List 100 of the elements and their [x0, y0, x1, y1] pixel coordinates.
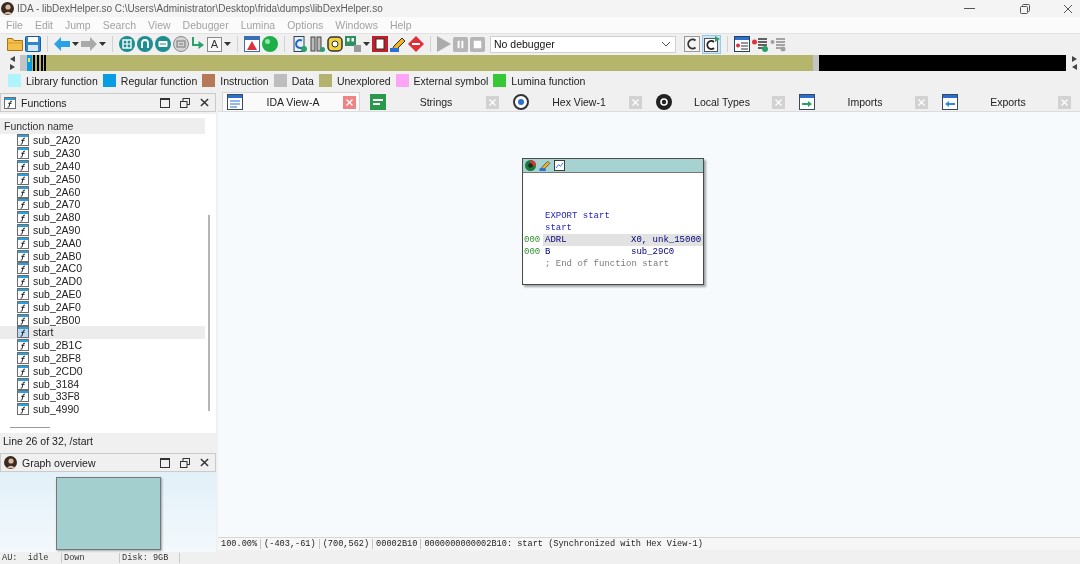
function-list-item[interactable]: sub_2A80 [0, 210, 205, 224]
folder-icon[interactable] [7, 36, 23, 52]
diamond-icon[interactable] [408, 36, 424, 52]
scroll-right-icon[interactable] [1071, 56, 1077, 62]
function-list-item[interactable]: sub_2A30 [0, 146, 205, 160]
function-icon [17, 198, 29, 211]
sphere-icon[interactable] [262, 36, 278, 52]
function-icon [17, 403, 29, 416]
code-label: start [544, 222, 573, 234]
arc-icon[interactable] [684, 36, 700, 52]
page-arc-icon[interactable] [291, 36, 307, 52]
close-icon[interactable] [200, 98, 209, 107]
restore-icon[interactable] [1020, 3, 1030, 14]
scroll-right-icon[interactable] [9, 64, 15, 70]
function-list-item[interactable]: sub_2A60 [0, 185, 205, 198]
debugger-select[interactable]: No debugger [490, 35, 676, 53]
function-list-item[interactable]: sub_2A40 [0, 159, 205, 173]
function-list-item[interactable]: sub_2AF0 [0, 300, 205, 314]
caret-icon[interactable] [99, 42, 106, 46]
function-list-item[interactable]: sub_2B00 [0, 313, 205, 326]
function-icon [17, 172, 29, 185]
function-list-item[interactable]: sub_2A70 [0, 198, 205, 211]
legend-label: Regular function [120, 74, 198, 87]
function-icon [17, 364, 29, 377]
grid-icon[interactable] [119, 36, 135, 52]
function-icon [17, 211, 29, 224]
scrollbar-thumb[interactable] [10, 426, 50, 428]
columns-icon[interactable] [309, 36, 325, 52]
code-comment: ; End of function start [544, 258, 671, 270]
font-button[interactable]: A [207, 36, 222, 52]
mnemonic-text: ADRL [545, 234, 568, 246]
bent-arrow-icon[interactable] [191, 37, 205, 51]
operand-text: sub_29C0 [631, 246, 676, 258]
gear-icon[interactable] [327, 36, 343, 52]
graph-node-thumbnail[interactable] [55, 477, 161, 550]
warning-window-icon[interactable] [244, 36, 260, 52]
quote-box-icon[interactable] [345, 36, 361, 52]
function-list-item[interactable]: sub_2A90 [0, 223, 205, 237]
window-title: IDA - libDexHelper.so C:\Users\Administrator\Desktop\frida\dumps\libDexHelper.so [17, 3, 383, 14]
panel-title: Functions [21, 96, 67, 109]
function-icon [17, 326, 29, 339]
operand-text: X0, unk_15000 [631, 234, 703, 246]
frame-icon[interactable] [372, 36, 388, 52]
caret-icon[interactable] [224, 42, 231, 46]
function-icon [4, 96, 16, 109]
pencil-icon [539, 160, 551, 171]
caret-icon[interactable] [72, 42, 79, 46]
tab[interactable]: IDA View-A [222, 92, 360, 111]
function-list-item[interactable]: sub_4990 [0, 402, 205, 416]
maximize-icon[interactable] [160, 457, 170, 468]
status-text: Down [62, 553, 120, 563]
function-list-item[interactable]: sub_2AD0 [0, 274, 205, 288]
float-icon[interactable] [180, 457, 190, 468]
ball-icon [525, 160, 536, 171]
graph-node[interactable]: EXPORT start start 000 ADRL X0, unk_15000 000 B sub_29C0 ; End of function start [522, 158, 704, 285]
function-icon [17, 262, 29, 275]
function-list-item[interactable]: sub_2AE0 [0, 287, 205, 301]
function-icon [17, 390, 29, 403]
close-icon[interactable] [200, 458, 209, 467]
function-icon [17, 377, 29, 390]
function-list-item[interactable]: sub_33F8 [0, 389, 205, 403]
list-window-icon[interactable] [734, 36, 750, 52]
status-text: AU: idle [0, 553, 62, 563]
column-header[interactable]: Function name [0, 118, 205, 134]
scroll-left-icon[interactable] [9, 56, 15, 62]
function-list-item[interactable]: sub_2B1C [0, 338, 205, 352]
function-list-item[interactable]: sub_2A50 [0, 172, 205, 186]
disc-icon[interactable] [173, 36, 189, 52]
function-list-item[interactable]: sub_2A20 [0, 134, 205, 147]
instruction-line[interactable]: 000 B sub_29C0 [523, 246, 703, 258]
save-icon[interactable] [25, 36, 41, 52]
function-list-item[interactable]: sub_2AC0 [0, 261, 205, 275]
arch-icon[interactable] [137, 36, 153, 52]
caret-icon[interactable] [363, 42, 370, 46]
pencil-icon[interactable] [390, 36, 406, 52]
maximize-icon[interactable] [160, 97, 170, 108]
function-list-item[interactable]: sub_2AB0 [0, 249, 205, 262]
chart-icon [554, 160, 565, 171]
legend-label: Library function [26, 74, 98, 87]
scroll-left-icon[interactable] [1071, 64, 1077, 70]
breakpoint-list-icon[interactable] [752, 36, 768, 52]
function-list-item[interactable]: sub_2CD0 [0, 364, 205, 378]
function-list-item[interactable]: sub_2AA0 [0, 236, 205, 250]
function-icon [17, 160, 29, 172]
float-icon[interactable] [180, 97, 190, 108]
function-icon [17, 275, 29, 288]
panel-status-text: Line 26 of 32, /start [2, 434, 94, 449]
navigation-band-drawing[interactable] [20, 55, 1066, 71]
close-icon[interactable] [1063, 3, 1073, 14]
function-icon [17, 313, 29, 326]
toggle-button[interactable] [702, 34, 721, 54]
panel-icon[interactable] [155, 36, 171, 52]
function-list-item[interactable]: start [0, 325, 205, 339]
scrollbar-thumb[interactable] [208, 215, 210, 411]
function-icon [17, 249, 29, 262]
panel-title: Graph overview [22, 456, 96, 469]
legend-label: Unexplored [336, 74, 391, 87]
function-list-item[interactable]: sub_3184 [0, 377, 205, 390]
stack-offset-text: 000 [524, 234, 542, 246]
function-list-item[interactable]: sub_2BF8 [0, 351, 205, 365]
